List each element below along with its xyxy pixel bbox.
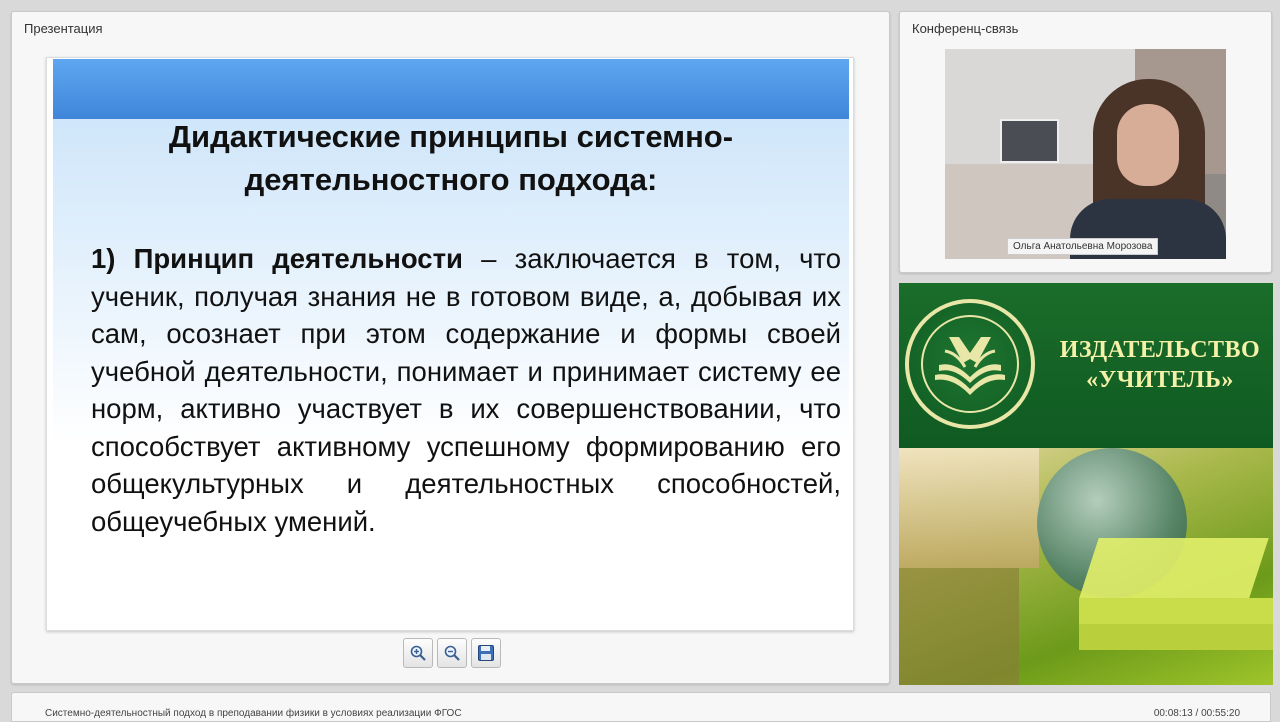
speaker-video: Ольга Анатольевна Морозова [945,49,1226,259]
books-globe-photo [899,448,1273,685]
publisher-brand-text: ИЗДАТЕЛЬСТВО «УЧИТЕЛЬ» [1059,337,1261,393]
webinar-title: Системно-деятельностный подход в препода… [45,708,462,719]
principle-title: 1) Принцип деятельности [91,243,463,274]
principle-text: – заключается в том, что ученик, получая… [91,243,841,537]
conference-panel: Конференц-связь Ольга Анатольевна Морозо… [899,11,1272,273]
slide-toolbar [403,638,501,668]
playback-time: 00:08:13 / 00:55:20 [1153,708,1240,719]
floppy-save-icon [478,645,494,661]
zoom-in-icon [410,645,426,661]
player-footer: Системно-деятельностный подход в препода… [11,692,1271,722]
conference-panel-title: Конференц-связь [912,21,1019,36]
zoom-out-button[interactable] [437,638,467,668]
presentation-slide: Дидактические принципы системно-деятельн… [46,57,854,631]
wall-picture [1000,119,1059,163]
open-book-icon [935,337,1005,395]
save-button[interactable] [471,638,501,668]
presentation-panel: Презентация Дидактические принципы систе… [11,11,890,684]
slide-body-text: 1) Принцип деятельности – заключается в … [91,240,841,540]
zoom-in-button[interactable] [403,638,433,668]
presentation-panel-title: Презентация [24,21,103,36]
speaker-name-tag: Ольга Анатольевна Морозова [1007,238,1159,255]
slide-heading: Дидактические принципы системно-деятельн… [168,119,734,197]
publisher-banner: ИЗДАТЕЛЬСТВО «УЧИТЕЛЬ» [899,283,1273,685]
slide-header-band [53,59,849,119]
publisher-logo [905,299,1035,429]
zoom-out-icon [444,645,460,661]
